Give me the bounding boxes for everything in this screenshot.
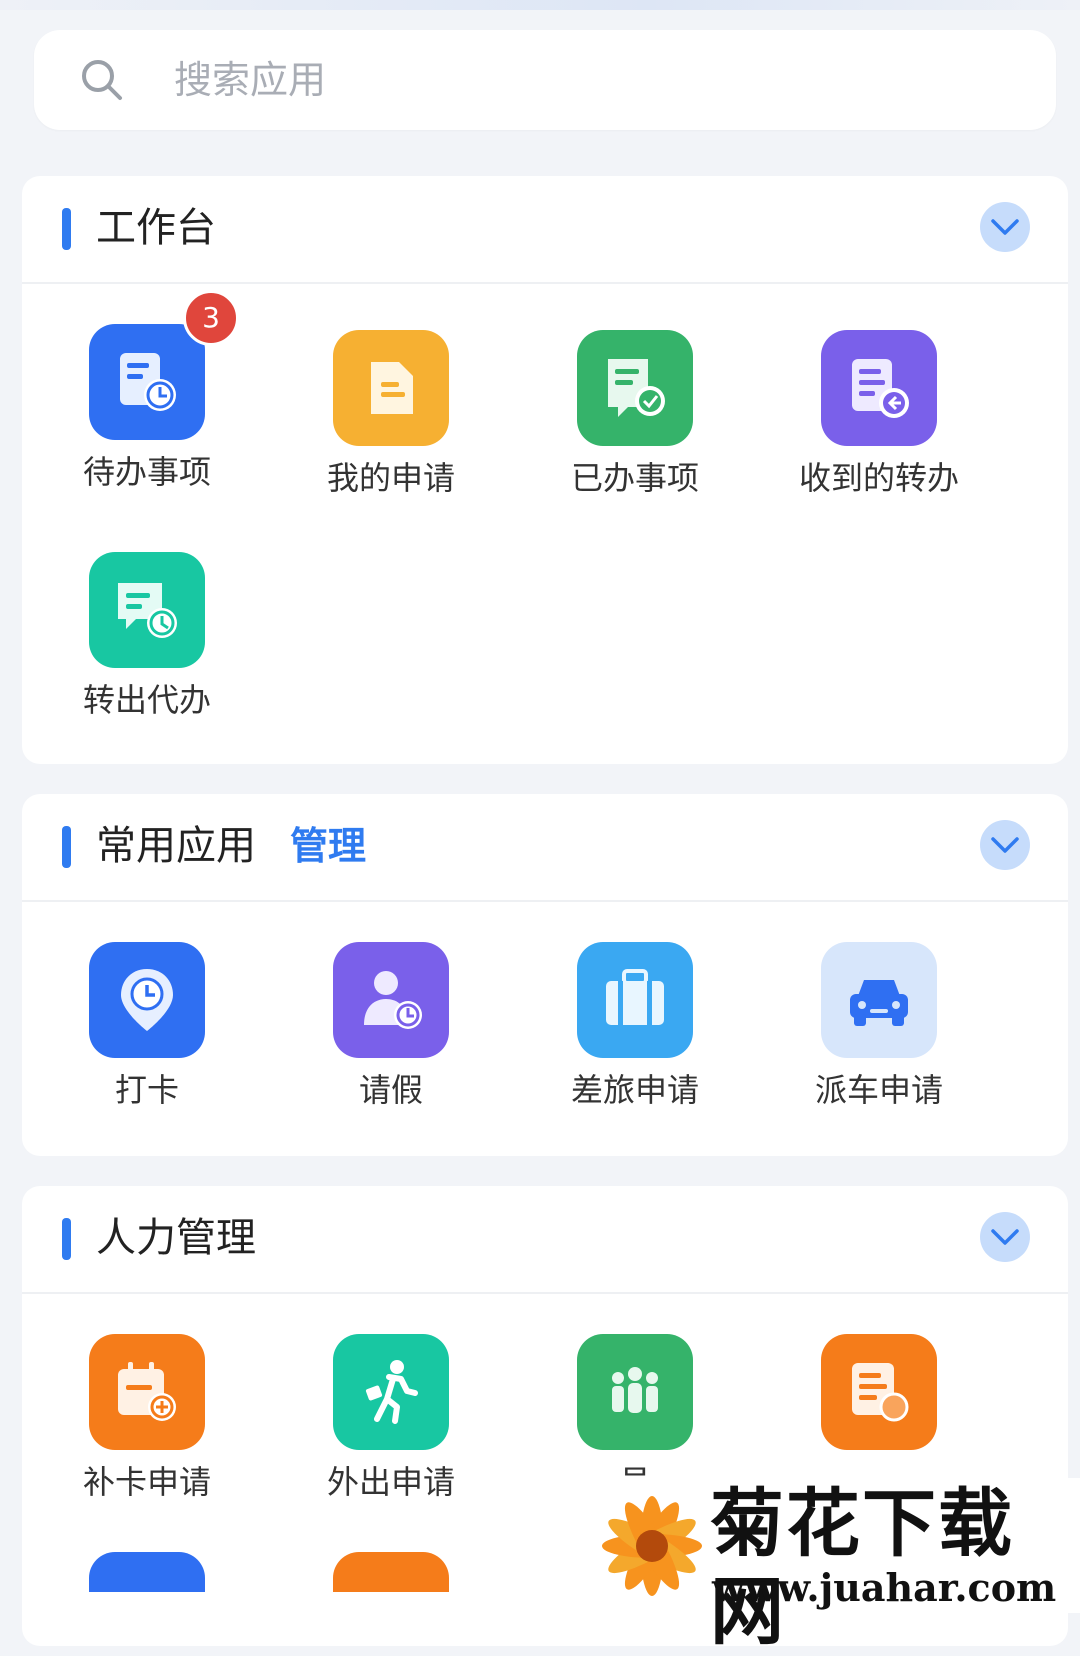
app-label: 外出申请 <box>326 1463 455 1501</box>
app-label: 请假 <box>358 1071 423 1109</box>
walking-person-icon <box>333 1334 449 1450</box>
app-label: 派车申请 <box>814 1071 943 1109</box>
app-label: 打卡 <box>114 1071 179 1109</box>
app-hr-document[interactable] <box>754 1334 1004 1460</box>
app-clock-in[interactable]: 打卡 <box>22 942 272 1112</box>
todo-icon: 3 <box>89 290 239 440</box>
app-outing[interactable]: 外出申请 <box>266 1334 516 1504</box>
app-label: 转出代办 <box>82 681 211 719</box>
collapse-chevron-icon[interactable] <box>980 820 1030 870</box>
search-bar[interactable]: 搜索应用 <box>34 30 1056 130</box>
watermark-url: www.juahar.com <box>712 1565 1057 1610</box>
transfer-out-icon <box>89 552 205 668</box>
partial-app-icon <box>89 1552 205 1592</box>
collapse-chevron-icon[interactable] <box>980 1212 1030 1262</box>
search-icon <box>82 60 122 100</box>
received-transfer-icon <box>821 330 937 446</box>
app-travel[interactable]: 差旅申请 <box>510 942 760 1112</box>
app-label: 我的申请 <box>326 459 455 497</box>
hr-header: 人力管理 <box>22 1186 1068 1294</box>
leave-icon <box>333 942 449 1058</box>
app-received-transfer[interactable]: 收到的转办 <box>754 330 1004 500</box>
group-people-icon <box>577 1334 693 1450</box>
app-label: 待办事项 <box>82 453 211 491</box>
common-apps-card: 常用应用 管理 打卡 请假 差旅申请 派车申请 <box>22 794 1068 1156</box>
app-card-supplement[interactable]: 补卡申请 <box>22 1334 272 1504</box>
app-vehicle[interactable]: 派车申请 <box>754 942 1004 1112</box>
app-transfer-out[interactable]: 转出代办 <box>22 552 272 722</box>
search-placeholder: 搜索应用 <box>174 58 327 102</box>
suitcase-icon <box>577 942 693 1058</box>
workbench-card: 工作台 3 待办事项 我的申请 已办事项 收到的转办 转出代办 <box>22 176 1068 764</box>
app-done[interactable]: 已办事项 <box>510 330 760 500</box>
car-icon <box>821 942 937 1058</box>
manage-link[interactable]: 管理 <box>290 820 366 872</box>
done-icon <box>577 330 693 446</box>
section-title: 常用应用 <box>96 823 256 869</box>
collapse-chevron-icon[interactable] <box>980 202 1030 252</box>
todo-badge: 3 <box>183 290 239 346</box>
section-title: 工作台 <box>96 205 216 251</box>
app-todo[interactable]: 3 待办事项 <box>22 290 272 494</box>
app-label: 已办事项 <box>570 459 699 497</box>
partial-app-icon <box>333 1552 449 1592</box>
common-header: 常用应用 管理 <box>22 794 1068 902</box>
section-bar <box>62 826 71 868</box>
section-bar <box>62 208 71 250</box>
section-title: 人力管理 <box>96 1215 256 1261</box>
app-leave[interactable]: 请假 <box>266 942 516 1112</box>
workbench-header: 工作台 <box>22 176 1068 284</box>
section-bar <box>62 1218 71 1260</box>
site-watermark: 菊花下载网 www.juahar.com <box>592 1478 1080 1655</box>
document-icon <box>821 1334 937 1450</box>
app-my-applications[interactable]: 我的申请 <box>266 330 516 500</box>
location-clock-icon <box>89 942 205 1058</box>
top-bar <box>0 0 1080 10</box>
my-application-icon <box>333 330 449 446</box>
calendar-add-icon <box>89 1334 205 1450</box>
flower-logo-icon <box>602 1496 702 1596</box>
app-label: 补卡申请 <box>82 1463 211 1501</box>
app-label: 差旅申请 <box>570 1071 699 1109</box>
app-label: 收到的转办 <box>798 459 959 497</box>
